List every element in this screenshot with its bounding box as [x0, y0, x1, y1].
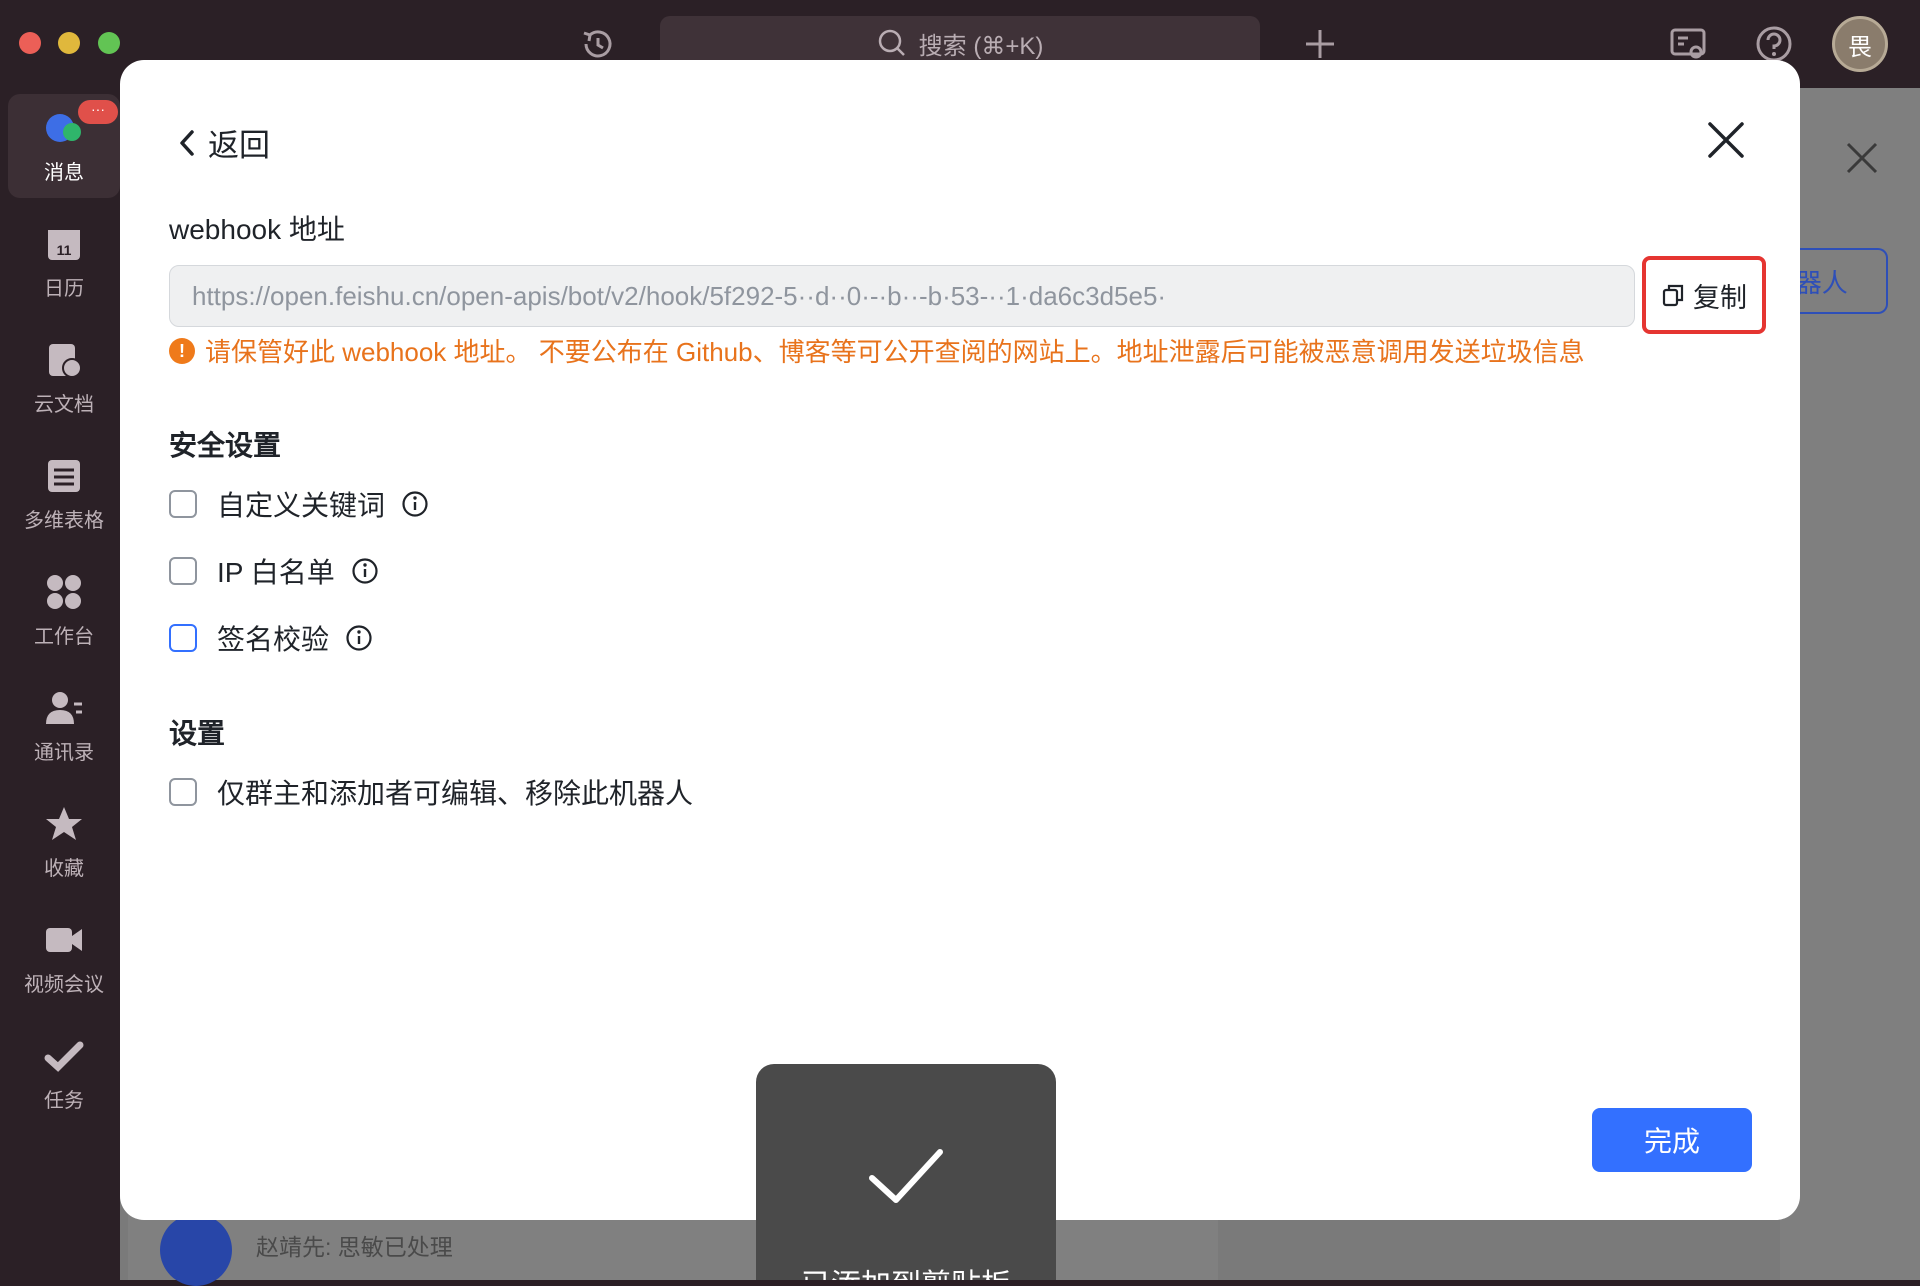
- chat-icon: ···: [44, 99, 118, 148]
- sidebar-item-tasks[interactable]: 任务: [8, 1022, 120, 1126]
- avatar-text: 畏: [1848, 33, 1872, 61]
- background-close-icon: [1846, 142, 1878, 174]
- info-icon[interactable]: [351, 557, 379, 585]
- keyword-label: 自定义关键词: [217, 490, 386, 521]
- owner-only-label: 仅群主和添加者可编辑、移除此机器人: [217, 778, 694, 809]
- window-close-button[interactable]: [19, 32, 41, 54]
- sidebar-item-docs[interactable]: 云文档: [8, 326, 120, 430]
- signature-checkbox[interactable]: [169, 624, 197, 652]
- copy-button[interactable]: 复制: [1642, 256, 1766, 334]
- calendar-icon: 11: [44, 224, 84, 264]
- webhook-settings-modal: 返回 webhook 地址 https://open.feishu.cn/ope…: [120, 60, 1800, 1220]
- back-button[interactable]: 返回: [176, 120, 270, 165]
- contacts-icon: [44, 688, 84, 728]
- owner-only-checkbox[interactable]: [169, 778, 197, 806]
- video-icon: [44, 920, 84, 960]
- warning-text: 请保管好此 webhook 地址。 不要公布在 Github、博客等可公开查阅的…: [205, 337, 1585, 367]
- ip-whitelist-checkbox[interactable]: [169, 557, 197, 585]
- history-icon[interactable]: [578, 24, 618, 64]
- signature-label: 签名校验: [217, 624, 330, 655]
- sidebar-item-label: 收藏: [44, 857, 84, 880]
- security-settings-title: 安全设置: [169, 430, 282, 461]
- close-icon[interactable]: [1704, 118, 1748, 162]
- checkmark-icon: [869, 1149, 943, 1203]
- ip-whitelist-label: IP 白名单: [217, 557, 335, 588]
- info-icon[interactable]: [401, 490, 429, 518]
- sidebar-item-label: 任务: [44, 1089, 84, 1112]
- webhook-warning: ! 请保管好此 webhook 地址。 不要公布在 Github、博客等可公开查…: [169, 332, 1585, 369]
- back-label: 返回: [208, 128, 270, 163]
- user-avatar[interactable]: 畏: [1832, 16, 1888, 72]
- sidebar-item-label: 云文档: [34, 393, 94, 416]
- sidebar-item-label: 日历: [44, 277, 84, 300]
- webhook-label: webhook 地址: [169, 214, 345, 245]
- workplace-icon: [44, 572, 84, 612]
- sidebar-item-calendar[interactable]: 11 日历: [8, 210, 120, 314]
- window-minimize-button[interactable]: [58, 32, 80, 54]
- task-icon: [44, 1036, 84, 1076]
- sidebar-item-messages[interactable]: ··· 消息: [8, 94, 120, 198]
- background-message-text: 赵靖先: 思敏已处理: [256, 1234, 453, 1260]
- background-avatar: [160, 1214, 232, 1286]
- sidebar-item-video-meeting[interactable]: 视频会议: [8, 906, 120, 1010]
- sidebar-item-bitable[interactable]: 多维表格: [8, 442, 120, 546]
- sidebar-item-contacts[interactable]: 通讯录: [8, 674, 120, 778]
- cloud-doc-icon: [44, 340, 84, 380]
- window-maximize-button[interactable]: [98, 32, 120, 54]
- bitable-icon: [44, 456, 84, 496]
- sidebar-item-favorites[interactable]: 收藏: [8, 790, 120, 894]
- search-icon: [878, 29, 905, 56]
- search-placeholder: 搜索 (⌘+K): [918, 32, 1044, 60]
- sidebar-item-workplace[interactable]: 工作台: [8, 558, 120, 662]
- signature-option[interactable]: 签名校验: [169, 618, 373, 658]
- sidebar-item-label: 工作台: [34, 625, 94, 648]
- keyword-option[interactable]: 自定义关键词: [169, 484, 429, 524]
- owner-only-option[interactable]: 仅群主和添加者可编辑、移除此机器人: [169, 772, 693, 812]
- webhook-url-field[interactable]: https://open.feishu.cn/open-apis/bot/v2/…: [169, 265, 1635, 327]
- ip-whitelist-option[interactable]: IP 白名单: [169, 551, 379, 591]
- sidebar-item-label: 消息: [44, 161, 84, 184]
- sidebar-item-label: 通讯录: [34, 741, 94, 764]
- sidebar-item-label: 多维表格: [24, 509, 104, 532]
- settings-title: 设置: [169, 718, 226, 749]
- star-icon: [44, 804, 84, 844]
- sidebar: ··· 消息 11 日历 云文档 多维表格 工作台 通讯录 收藏 视频会议 任务: [0, 88, 120, 1280]
- warning-icon: !: [169, 337, 195, 364]
- copy-icon: [1662, 284, 1684, 307]
- keyword-checkbox[interactable]: [169, 490, 197, 518]
- info-icon[interactable]: [345, 624, 373, 652]
- done-button[interactable]: 完成: [1592, 1108, 1752, 1172]
- done-label: 完成: [1643, 1126, 1700, 1157]
- unread-badge: ···: [78, 99, 118, 124]
- calendar-day: 11: [57, 242, 72, 258]
- copy-label: 复制: [1693, 282, 1747, 313]
- toast-text: 已添加到剪贴板: [756, 1260, 1056, 1280]
- plus-icon[interactable]: [1300, 24, 1340, 64]
- chevron-left-icon: [180, 129, 194, 156]
- sidebar-item-label: 视频会议: [24, 973, 104, 996]
- clipboard-toast: 已添加到剪贴板: [756, 1064, 1056, 1280]
